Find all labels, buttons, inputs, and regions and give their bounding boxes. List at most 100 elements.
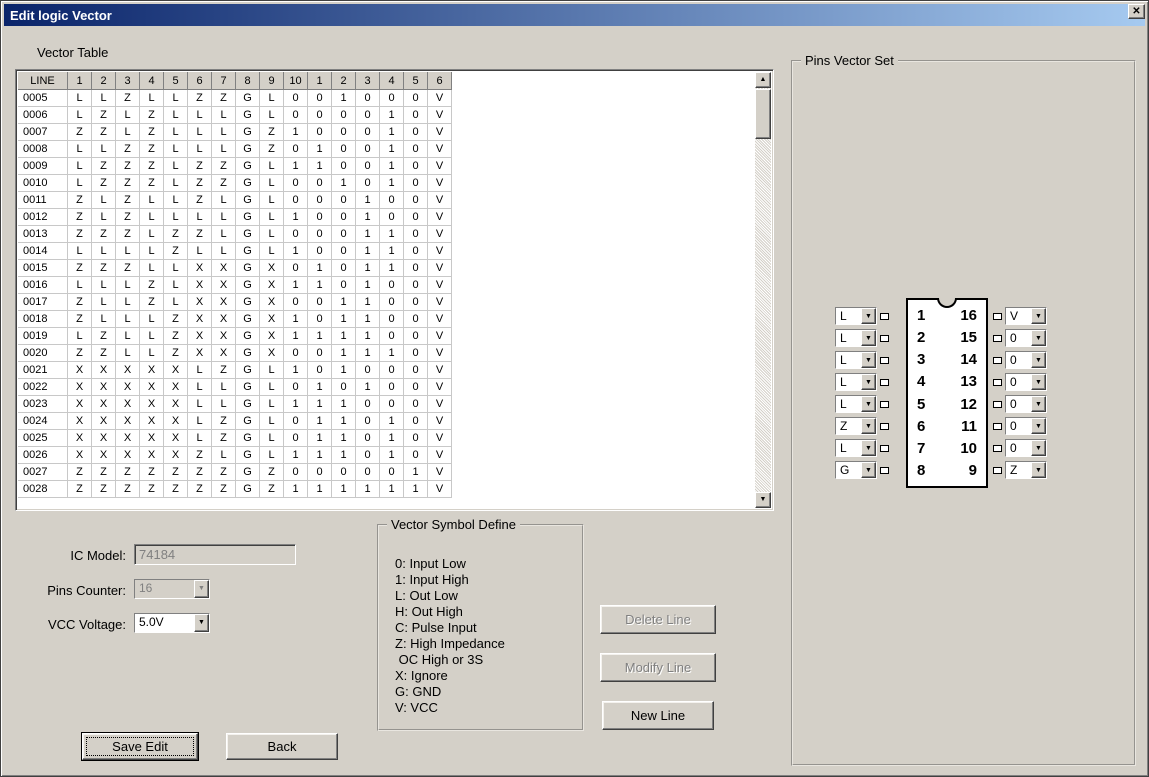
chevron-down-icon[interactable]: ▼ bbox=[194, 580, 209, 598]
pins-counter-select[interactable]: 16 ▼ bbox=[134, 579, 210, 599]
vector-cell: Z bbox=[260, 481, 284, 498]
table-row[interactable]: 0012ZLZLLLLGL100100V bbox=[18, 209, 755, 226]
vector-cell: G bbox=[236, 413, 260, 430]
chevron-down-icon[interactable]: ▼ bbox=[861, 330, 876, 346]
table-row[interactable]: 0027ZZZZZZZGZ000001V bbox=[18, 464, 755, 481]
pin-vector-select[interactable]: L▼ bbox=[835, 307, 877, 325]
table-row[interactable]: 0007ZZLZLLLGZ100010V bbox=[18, 124, 755, 141]
right-pin-selects: V▼0▼0▼0▼0▼0▼0▼Z▼ bbox=[990, 305, 1047, 481]
vector-cell: Z bbox=[212, 158, 236, 175]
vertical-scrollbar[interactable]: ▲ ▼ bbox=[755, 72, 771, 508]
modify-line-button[interactable]: Modify Line bbox=[600, 653, 716, 682]
chevron-down-icon[interactable]: ▼ bbox=[1031, 396, 1046, 412]
chevron-down-icon[interactable]: ▼ bbox=[1031, 330, 1046, 346]
chevron-down-icon[interactable]: ▼ bbox=[861, 308, 876, 324]
chevron-down-icon[interactable]: ▼ bbox=[194, 614, 209, 632]
chevron-down-icon[interactable]: ▼ bbox=[861, 396, 876, 412]
new-line-button[interactable]: New Line bbox=[602, 701, 714, 730]
pin-vector-select[interactable]: 0▼ bbox=[1005, 417, 1047, 435]
scrollbar-thumb[interactable] bbox=[755, 89, 771, 139]
vector-cell: 0 bbox=[308, 243, 332, 260]
pin-vector-select[interactable]: 0▼ bbox=[1005, 395, 1047, 413]
titlebar[interactable]: Edit logic Vector bbox=[4, 4, 1145, 26]
vector-cell: L bbox=[260, 90, 284, 107]
vector-cell: 0 bbox=[356, 362, 380, 379]
table-row[interactable]: 0005LLZLLZZGL001000V bbox=[18, 90, 755, 107]
table-header-cell: 5 bbox=[404, 72, 428, 90]
chevron-down-icon[interactable]: ▼ bbox=[1031, 374, 1046, 390]
chevron-down-icon[interactable]: ▼ bbox=[861, 440, 876, 456]
back-button[interactable]: Back bbox=[226, 733, 338, 760]
pin-row-left: L▼ bbox=[835, 327, 892, 349]
chevron-down-icon[interactable]: ▼ bbox=[1031, 440, 1046, 456]
pin-vector-select[interactable]: 0▼ bbox=[1005, 351, 1047, 369]
table-row[interactable]: 0021XXXXXLZGL101000V bbox=[18, 362, 755, 379]
table-row[interactable]: 0019LZLLZXXGX111100V bbox=[18, 328, 755, 345]
pin-vector-select[interactable]: L▼ bbox=[835, 439, 877, 457]
table-row[interactable]: 0010LZZZLZZGL001010V bbox=[18, 175, 755, 192]
pin-vector-select[interactable]: L▼ bbox=[835, 351, 877, 369]
table-row[interactable]: 0016LLLZLXXGX110100V bbox=[18, 277, 755, 294]
chevron-down-icon[interactable]: ▼ bbox=[1031, 352, 1046, 368]
chevron-down-icon[interactable]: ▼ bbox=[1031, 462, 1046, 478]
chevron-down-icon[interactable]: ▼ bbox=[1031, 418, 1046, 434]
pin-vector-value: 0 bbox=[1006, 352, 1031, 368]
vector-cell: V bbox=[428, 396, 452, 413]
table-row[interactable]: 0020ZZLLZXXGX001110V bbox=[18, 345, 755, 362]
pin-vector-select[interactable]: 0▼ bbox=[1005, 373, 1047, 391]
table-row[interactable]: 0028ZZZZZZZGZ111111V bbox=[18, 481, 755, 498]
pin-vector-select[interactable]: 0▼ bbox=[1005, 439, 1047, 457]
table-row[interactable]: 0025XXXXXLZGL011010V bbox=[18, 430, 755, 447]
table-row[interactable]: 0017ZLLZLXXGX001100V bbox=[18, 294, 755, 311]
table-row[interactable]: 0024XXXXXLZGL011010V bbox=[18, 413, 755, 430]
pin-vector-select[interactable]: G▼ bbox=[835, 461, 877, 479]
table-row[interactable]: 0011ZLZLLZLGL000100V bbox=[18, 192, 755, 209]
table-row[interactable]: 0022XXXXXLLGL010100V bbox=[18, 379, 755, 396]
vector-cell: L bbox=[260, 430, 284, 447]
chevron-down-icon[interactable]: ▼ bbox=[1031, 308, 1046, 324]
pin-vector-select[interactable]: V▼ bbox=[1005, 307, 1047, 325]
chevron-down-icon[interactable]: ▼ bbox=[861, 374, 876, 390]
vector-cell: V bbox=[428, 175, 452, 192]
pin-vector-select[interactable]: Z▼ bbox=[1005, 461, 1047, 479]
table-row[interactable]: 0013ZZZLZZLGL000110V bbox=[18, 226, 755, 243]
scroll-up-icon[interactable]: ▲ bbox=[755, 72, 771, 88]
vector-cell: Z bbox=[68, 345, 92, 362]
vector-cell: 0 bbox=[404, 396, 428, 413]
pin-vector-value: L bbox=[836, 352, 861, 368]
ic-model-field[interactable] bbox=[134, 544, 296, 565]
delete-line-button[interactable]: Delete Line bbox=[600, 605, 716, 634]
vcc-voltage-select[interactable]: 5.0V ▼ bbox=[134, 613, 210, 633]
vector-cell: L bbox=[260, 175, 284, 192]
table-row[interactable]: 0023XXXXXLLGL111000V bbox=[18, 396, 755, 413]
vector-cell: 0 bbox=[308, 175, 332, 192]
table-row[interactable]: 0006LZLZLLLGL000010V bbox=[18, 107, 755, 124]
scroll-down-icon[interactable]: ▼ bbox=[755, 492, 771, 508]
pin-vector-select[interactable]: L▼ bbox=[835, 329, 877, 347]
chevron-down-icon[interactable]: ▼ bbox=[861, 418, 876, 434]
vector-cell: L bbox=[164, 158, 188, 175]
pin-vector-select[interactable]: Z▼ bbox=[835, 417, 877, 435]
table-row[interactable]: 0009LZZZLZZGL110010V bbox=[18, 158, 755, 175]
chip-pin-number: 7 bbox=[917, 441, 925, 456]
save-edit-button[interactable]: Save Edit bbox=[82, 733, 198, 760]
pin-vector-value: Z bbox=[1006, 462, 1031, 478]
chip-pin-number: 13 bbox=[960, 374, 977, 389]
pin-vector-select[interactable]: 0▼ bbox=[1005, 329, 1047, 347]
chevron-down-icon[interactable]: ▼ bbox=[861, 352, 876, 368]
vector-cell: 0 bbox=[332, 464, 356, 481]
vector-cell: L bbox=[260, 192, 284, 209]
chip-pin-number: 15 bbox=[960, 330, 977, 345]
table-row[interactable]: 0008LLZZLLLGZ010010V bbox=[18, 141, 755, 158]
table-row[interactable]: 0014LLLLZLLGL100110V bbox=[18, 243, 755, 260]
table-row[interactable]: 0015ZZZLLXXGX010110V bbox=[18, 260, 755, 277]
table-row[interactable]: 0026XXXXXZLGL111010V bbox=[18, 447, 755, 464]
chevron-down-icon[interactable]: ▼ bbox=[861, 462, 876, 478]
vector-cell: 1 bbox=[332, 481, 356, 498]
table-row[interactable]: 0018ZLLLZXXGX101100V bbox=[18, 311, 755, 328]
pin-vector-select[interactable]: L▼ bbox=[835, 395, 877, 413]
close-icon[interactable]: ✕ bbox=[1128, 4, 1145, 19]
vector-cell: L bbox=[116, 345, 140, 362]
pin-vector-select[interactable]: L▼ bbox=[835, 373, 877, 391]
vector-cell: V bbox=[428, 124, 452, 141]
